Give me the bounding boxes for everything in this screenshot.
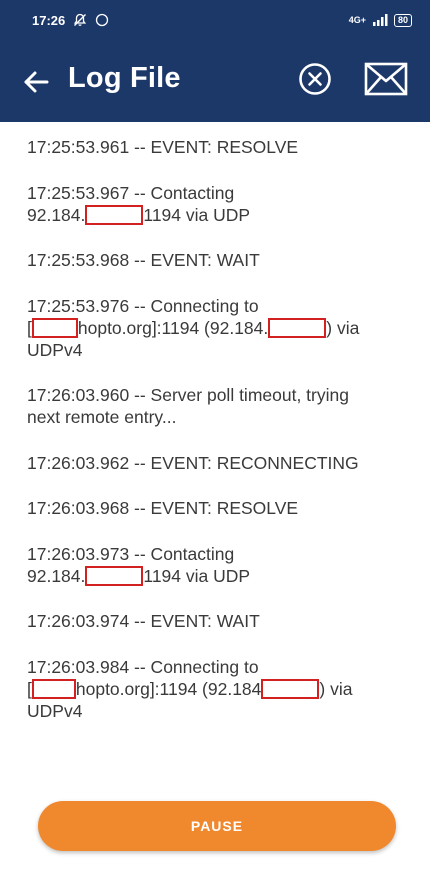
log-text: 92.184. — [27, 565, 86, 586]
log-text: 1194 via UDP — [143, 565, 251, 586]
log-text: 17:26:03.968 -- EVENT: RESOLVE — [27, 498, 299, 518]
log-text: 17:26:03.974 -- EVENT: WAIT — [27, 611, 260, 631]
log-text: 17:25:53.968 -- EVENT: WAIT — [27, 250, 260, 270]
log-text: next remote entry... — [27, 407, 177, 427]
log-list[interactable]: 17:25:53.961 -- EVENT: RESOLVE 17:25:53.… — [0, 122, 430, 782]
back-arrow-icon[interactable] — [22, 68, 50, 96]
log-text: UDPv4 — [27, 339, 83, 360]
log-text: 17:26:03.960 -- Server poll timeout, try… — [27, 385, 349, 405]
redaction-box — [261, 678, 320, 699]
log-text: 1194 via UDP — [143, 204, 251, 225]
battery-icon: 80 — [393, 13, 412, 27]
log-entry: 17:25:53.968 -- EVENT: WAIT — [27, 249, 404, 271]
log-entry: 17:26:03.974 -- EVENT: WAIT — [27, 610, 404, 632]
battery-level: 80 — [397, 14, 408, 25]
sync-circle-icon — [96, 13, 109, 27]
log-entry: 17:26:03.973 -- Contacting 92.184. 1194 v… — [27, 543, 404, 587]
log-entry: 17:25:53.976 -- Connecting to [hopto.org… — [27, 295, 404, 361]
log-text: 17:26:03.984 -- Connecting to — [27, 656, 259, 677]
status-right: 4G+ 80 — [348, 13, 412, 27]
log-entry: 17:26:03.962 -- EVENT: RECONNECTING — [27, 452, 404, 474]
app-bar: Log File — [0, 40, 430, 122]
status-left: 17:26 — [32, 13, 109, 28]
redaction-box — [31, 317, 78, 338]
log-text: 92.184. — [27, 204, 86, 225]
page-title: Log File — [68, 62, 181, 94]
signal-icon — [372, 14, 388, 26]
log-text: hopto.org]:1194 (92.184. — [77, 317, 269, 338]
status-bar: 17:26 4G+ 80 — [0, 0, 430, 40]
log-text: 17:25:53.961 -- EVENT: RESOLVE — [27, 137, 299, 157]
redaction-box — [85, 204, 144, 225]
log-text: 17:25:53.976 -- Connecting to — [27, 295, 259, 316]
pause-button[interactable]: PAUSE — [38, 801, 396, 851]
log-entry: 17:26:03.984 -- Connecting to [hopto.org… — [27, 656, 404, 722]
log-text: 17:26:03.962 -- EVENT: RECONNECTING — [27, 452, 359, 473]
log-text: ) via — [326, 317, 360, 338]
log-entry: 17:26:03.968 -- EVENT: RESOLVE — [27, 497, 404, 519]
clear-log-icon[interactable] — [298, 62, 332, 96]
network-type: 4G+ — [348, 15, 366, 25]
redaction-box — [85, 565, 144, 586]
log-text: hopto.org]:1194 (92.184 — [75, 678, 262, 699]
log-entry: 17:25:53.961 -- EVENT: RESOLVE — [27, 136, 404, 158]
log-entry: 17:25:53.967 -- Contacting 92.184. 1194 v… — [27, 182, 404, 226]
log-text: ) via — [319, 678, 353, 699]
log-text: 17:25:53.967 -- Contacting — [27, 182, 235, 203]
status-time: 17:26 — [32, 12, 66, 28]
redaction-box — [268, 317, 327, 338]
log-text: UDPv4 — [27, 700, 83, 721]
notifications-muted-icon — [74, 13, 87, 26]
email-icon[interactable] — [364, 62, 408, 96]
log-text: 17:26:03.973 -- Contacting — [27, 543, 235, 564]
log-entry: 17:26:03.960 -- Server poll timeout, try… — [27, 384, 404, 428]
redaction-box — [31, 678, 76, 699]
